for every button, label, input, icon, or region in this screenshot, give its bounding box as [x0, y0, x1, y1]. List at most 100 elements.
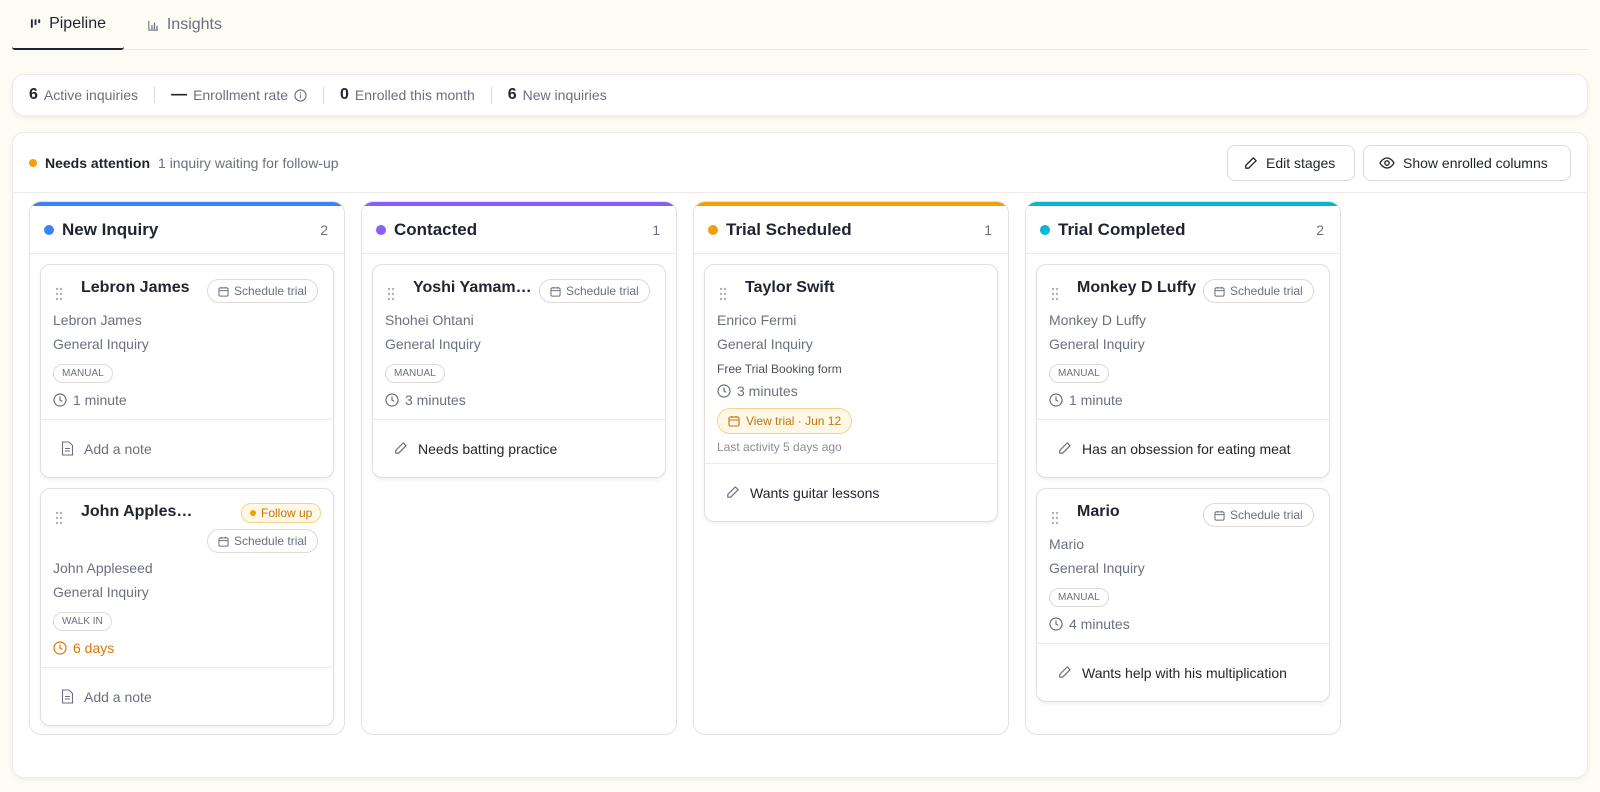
- edit-stages-button[interactable]: Edit stages: [1227, 145, 1355, 181]
- student-name[interactable]: Lebron James: [81, 279, 206, 297]
- note-icon: [61, 689, 74, 704]
- stat-label: New inquiries: [522, 87, 607, 103]
- schedule-trial-button[interactable]: Schedule trial: [207, 279, 318, 303]
- student-name[interactable]: Taylor Swift: [745, 279, 945, 297]
- clock-icon: [717, 384, 731, 398]
- follow-up-badge[interactable]: Follow up: [241, 503, 322, 523]
- calendar-icon: [218, 536, 229, 547]
- drag-handle-icon[interactable]: [55, 287, 63, 301]
- calendar-icon: [1214, 286, 1225, 297]
- note-row[interactable]: Needs batting practice: [373, 419, 665, 477]
- stat-enrollment-rate: — Enrollment rate: [171, 86, 307, 104]
- source-badge: MANUAL: [53, 364, 113, 383]
- stat-label: Active inquiries: [43, 87, 139, 103]
- inquiry-type: General Inquiry: [53, 336, 149, 352]
- stats-bar: 6 Active inquiries — Enrollment rate 0 E…: [12, 74, 1588, 116]
- stat-new-inquiries: 6 New inquiries: [508, 86, 607, 104]
- inquiry-card[interactable]: Lebron James Schedule trial Lebron James…: [40, 264, 334, 478]
- tab-label: Pipeline: [49, 15, 106, 32]
- stat-value: —: [171, 86, 188, 103]
- attention-dot: [29, 158, 37, 167]
- pencil-icon: [395, 442, 407, 454]
- source-badge: MANUAL: [1049, 588, 1109, 607]
- last-activity: Last activity 5 days ago: [717, 440, 842, 454]
- inquiry-type: General Inquiry: [1049, 336, 1145, 352]
- column-count: 2: [320, 221, 328, 238]
- student-name[interactable]: Mario: [1077, 503, 1202, 521]
- tab-insights[interactable]: Insights: [130, 0, 240, 50]
- drag-handle-icon[interactable]: [1051, 287, 1059, 301]
- stage-dot: [708, 224, 718, 235]
- tab-pipeline[interactable]: Pipeline: [12, 0, 124, 50]
- attention-title: Needs attention: [45, 154, 151, 171]
- note-text: Has an obsession for eating meat: [1082, 440, 1291, 457]
- column-count: 1: [652, 221, 660, 238]
- student-name[interactable]: Yoshi Yamamoto: [413, 279, 533, 297]
- calendar-icon: [218, 286, 229, 297]
- add-note-button[interactable]: Add a note: [41, 667, 333, 725]
- schedule-trial-button[interactable]: Schedule trial: [1203, 503, 1314, 527]
- view-trial-button[interactable]: View trial · Jun 12: [717, 408, 853, 434]
- student-name[interactable]: Monkey D Luffy: [1077, 279, 1207, 297]
- inquiry-card[interactable]: Monkey D Luffy Schedule trial Monkey D L…: [1036, 264, 1330, 478]
- note-row[interactable]: Wants guitar lessons: [705, 463, 997, 521]
- show-enrolled-button[interactable]: Show enrolled columns: [1363, 145, 1571, 181]
- inquiry-type: General Inquiry: [717, 336, 813, 352]
- attention-subtitle[interactable]: 1 inquiry waiting for follow-up: [158, 155, 339, 171]
- time-ago: 6 days: [53, 640, 114, 656]
- time-ago: 1 minute: [1049, 392, 1123, 408]
- column-title: New Inquiry: [62, 219, 159, 239]
- stat-active-inquiries: 6 Active inquiries: [29, 86, 138, 104]
- note-row[interactable]: Wants help with his multiplication: [1037, 643, 1329, 701]
- schedule-trial-button[interactable]: Schedule trial: [539, 279, 650, 303]
- drag-handle-icon[interactable]: [719, 287, 727, 301]
- drag-handle-icon[interactable]: [387, 287, 395, 301]
- stat-enrolled-month: 0 Enrolled this month: [340, 86, 475, 104]
- clock-icon: [53, 641, 67, 655]
- clock-icon: [385, 393, 399, 407]
- column-header: New Inquiry 2: [30, 206, 344, 254]
- column-contacted: Contacted 1 Yoshi Yamamoto Schedule tria…: [361, 201, 677, 735]
- source-badge: WALK IN: [53, 612, 112, 631]
- inquiry-card[interactable]: Mario Schedule trial Mario General Inqui…: [1036, 488, 1330, 702]
- add-note-button[interactable]: Add a note: [41, 419, 333, 477]
- drag-handle-icon[interactable]: [1051, 511, 1059, 525]
- time-ago: 4 minutes: [1049, 616, 1130, 632]
- note-text: Add a note: [84, 440, 152, 457]
- info-icon[interactable]: [294, 88, 307, 102]
- pencil-icon: [727, 486, 739, 498]
- tab-label: Insights: [166, 16, 222, 33]
- calendar-icon: [1214, 510, 1225, 521]
- stat-value: 6: [29, 86, 38, 103]
- stat-label: Enrollment rate: [193, 87, 288, 103]
- contact-name: Enrico Fermi: [717, 312, 797, 328]
- follow-up-dot: [250, 510, 256, 516]
- contact-name: John Appleseed: [53, 560, 153, 576]
- stat-label: Enrolled this month: [354, 87, 475, 103]
- stage-dot: [44, 224, 54, 235]
- schedule-trial-button[interactable]: Schedule trial: [207, 529, 318, 553]
- chip-label: Schedule trial: [234, 284, 307, 298]
- time-label: 1 minute: [73, 392, 127, 408]
- button-label: Show enrolled columns: [1403, 155, 1548, 171]
- source-badge: MANUAL: [1049, 364, 1109, 383]
- contact-name: Mario: [1049, 536, 1085, 552]
- note-text: Wants help with his multiplication: [1082, 664, 1287, 681]
- student-name[interactable]: John Appleseed: [81, 503, 193, 521]
- drag-handle-icon[interactable]: [55, 511, 63, 525]
- note-row[interactable]: Has an obsession for eating meat: [1037, 419, 1329, 477]
- column-trial-scheduled: Trial Scheduled 1 Taylor Swift Enrico Fe…: [693, 201, 1009, 735]
- note-text: Wants guitar lessons: [750, 484, 880, 501]
- note-text: Add a note: [84, 688, 152, 705]
- calendar-icon: [550, 286, 561, 297]
- chip-label: Schedule trial: [234, 534, 307, 548]
- stage-dot: [1040, 224, 1050, 235]
- inquiry-type: General Inquiry: [53, 584, 149, 600]
- stat-value: 0: [340, 86, 349, 103]
- inquiry-card[interactable]: Taylor Swift Enrico Fermi General Inquir…: [704, 264, 998, 522]
- inquiry-card[interactable]: Yoshi Yamamoto Schedule trial Shohei Oht…: [372, 264, 666, 478]
- schedule-trial-button[interactable]: Schedule trial: [1203, 279, 1314, 303]
- column-title: Trial Completed: [1058, 219, 1186, 239]
- column-title: Trial Scheduled: [726, 219, 852, 239]
- inquiry-card[interactable]: John Appleseed Follow up Schedule trial …: [40, 488, 334, 726]
